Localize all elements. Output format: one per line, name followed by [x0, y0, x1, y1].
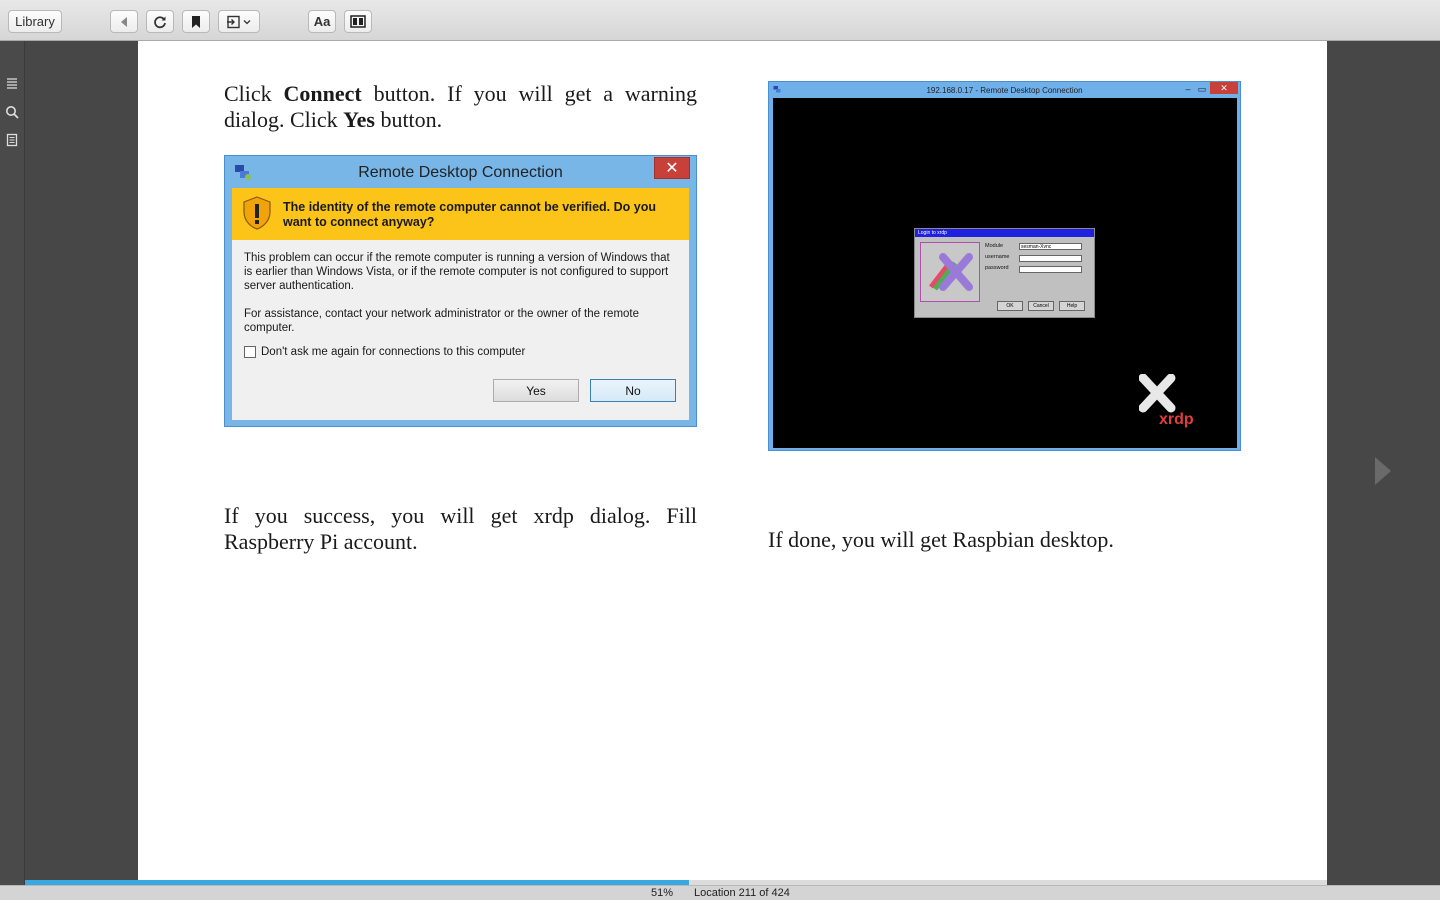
bookmark-button[interactable] — [182, 10, 210, 33]
rdp-window-image: 192.168.0.17 - Remote Desktop Connection… — [768, 81, 1241, 451]
no-button: No — [590, 379, 676, 402]
instruction-xrdp-text: If you success, you will get xrdp dialog… — [224, 503, 697, 554]
maximize-icon: ▭ — [1197, 84, 1207, 94]
goto-menu-button[interactable] — [218, 10, 260, 33]
goto-icon — [227, 15, 251, 28]
remote-screen: Login to xrdp Module sesman-Xvnc usernam… — [773, 98, 1237, 448]
refresh-icon — [154, 15, 166, 28]
dialog-title: Remote Desktop Connection — [358, 164, 563, 181]
dont-ask-label: Don't ask me again for connections to th… — [261, 346, 526, 358]
instruction-connect-text: Click Connect button. If you will get a … — [224, 81, 697, 132]
book-page: Click Connect button. If you will get a … — [138, 41, 1327, 880]
sync-button[interactable] — [146, 10, 174, 33]
back-button[interactable] — [110, 10, 138, 33]
dialog-body-text: This problem can occur if the remote com… — [244, 252, 670, 292]
library-button[interactable]: Library — [8, 10, 62, 33]
xrdp-dialog-title: Login to xrdp — [915, 229, 1094, 237]
help-button: Help — [1059, 301, 1085, 311]
cancel-button: Cancel — [1028, 301, 1054, 311]
progress-percent: 51% — [651, 887, 674, 899]
bookmark-icon — [192, 15, 200, 28]
toc-icon[interactable] — [5, 77, 19, 91]
view-mode-button[interactable] — [344, 10, 372, 33]
rdp-window-title: 192.168.0.17 - Remote Desktop Connection — [926, 86, 1083, 95]
warning-message: The identity of the remote computer cann… — [283, 200, 656, 229]
minimize-icon: – — [1185, 84, 1191, 94]
dont-ask-checkbox — [244, 346, 256, 358]
xrdp-login-dialog: Login to xrdp Module sesman-Xvnc usernam… — [914, 228, 1095, 318]
search-icon[interactable] — [5, 105, 19, 119]
xrdp-logo-box — [920, 242, 980, 302]
password-field — [1019, 266, 1082, 273]
instruction-desktop-text: If done, you will get Raspbian desktop. — [768, 527, 1114, 552]
triangle-left-icon — [121, 16, 127, 27]
dialog-body: The identity of the remote computer cann… — [232, 188, 689, 420]
xrdp-x-icon — [929, 253, 973, 291]
warning-shield-icon — [243, 196, 271, 230]
module-select: sesman-Xvnc — [1019, 243, 1082, 250]
close-icon: ✕ — [1210, 82, 1238, 94]
username-field — [1019, 255, 1082, 262]
xrdp-brand-logo: xrdp — [1139, 374, 1194, 428]
module-label: Module — [985, 243, 1004, 249]
top-toolbar: Library Aa — [0, 0, 1440, 41]
font-settings-button[interactable]: Aa — [308, 10, 336, 33]
warning-banner: The identity of the remote computer cann… — [232, 188, 689, 240]
yes-button: Yes — [493, 379, 579, 402]
next-page-icon[interactable] — [1372, 455, 1394, 487]
rdc-warning-dialog-image: Remote Desktop Connection ✕ The identity… — [224, 155, 697, 427]
dialog-assistance-text: For assistance, contact your network adm… — [244, 308, 640, 334]
status-bar: 51% Location 211 of 424 — [0, 885, 1440, 900]
two-column-icon — [350, 15, 366, 28]
close-icon: ✕ — [654, 157, 690, 179]
ok-button: OK — [997, 301, 1023, 311]
location-indicator: Location 211 of 424 — [694, 887, 790, 899]
left-sidebar — [0, 41, 25, 900]
xrdp-logo-text: xrdp — [1159, 411, 1194, 428]
username-label: username — [985, 254, 1010, 260]
password-label: password — [985, 265, 1009, 271]
notes-icon[interactable] — [5, 133, 19, 147]
